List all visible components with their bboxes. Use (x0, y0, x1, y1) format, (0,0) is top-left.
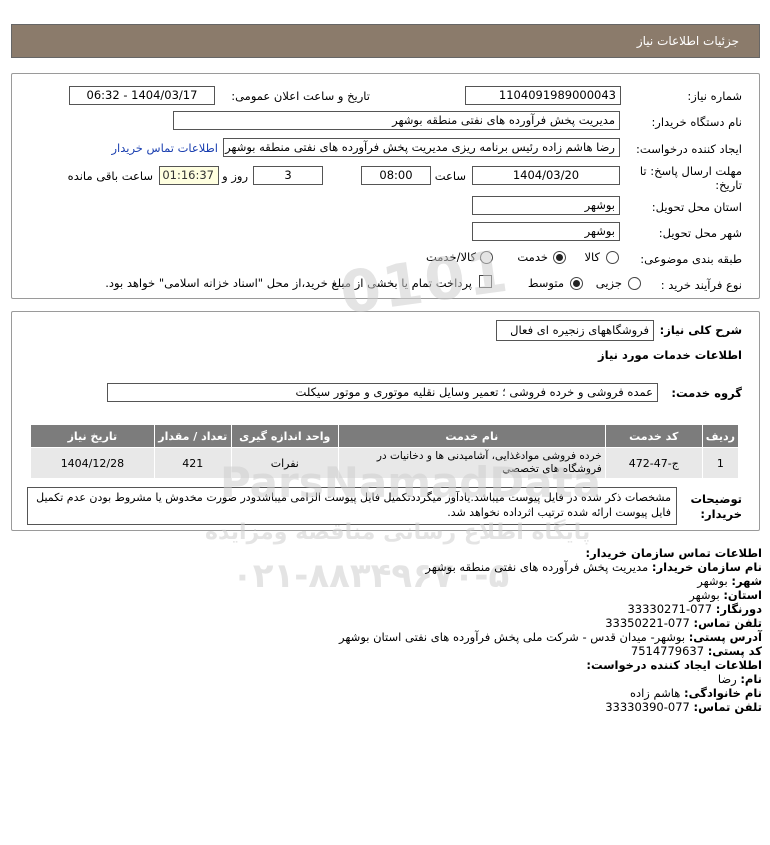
deadline-time-field: 08:00 (361, 166, 431, 185)
process-option-medium: متوسط (527, 276, 564, 290)
deadline-time-label: ساعت (434, 169, 466, 183)
service-group-label: گروه خدمت: (671, 386, 742, 400)
cell-service-code: ج-47-472 (604, 447, 703, 479)
creator-name-value: رضا (717, 672, 737, 686)
need-number-label: شماره نیاز: (687, 89, 742, 103)
buyer-value: مدیریت پخش فرآورده های نفتی منطقه بوشهر (392, 113, 615, 127)
creator-phone-value: 077-33330390 (605, 700, 690, 714)
province-label: استان محل تحویل: (651, 200, 742, 214)
contact-city-value: بوشهر (697, 574, 728, 588)
notes-label-buyer: خریدار: (700, 507, 742, 521)
creator-family: نام خانوادگی: هاشم زاده (630, 686, 762, 700)
contact-fax-value: 077-33330271 (627, 602, 713, 616)
buyer-field: مدیریت پخش فرآورده های نفتی منطقه بوشهر (173, 111, 620, 130)
deadline-time-value: 08:00 (379, 168, 413, 182)
col-quantity: تعداد / مقدار (153, 424, 232, 448)
contact-province-value: بوشهر (689, 588, 720, 602)
services-table-header: ردیف کد خدمت نام خدمت واحد اندازه گیری ت… (30, 424, 740, 448)
process-radio-medium[interactable] (570, 277, 583, 290)
contact-heading: اطلاعات تماس سازمان خریدار: (585, 546, 762, 560)
process-option-minor: جزیی (595, 276, 622, 290)
contact-org: نام سازمان خریدار: مدیریت پخش فرآورده ها… (425, 560, 762, 574)
buyer-contact-link[interactable]: اطلاعات تماس خریدار (111, 141, 218, 155)
announce-field: 1404/03/17 - 06:32 (69, 86, 215, 105)
creator-phone-label: تلفن تماس: (693, 700, 762, 714)
creator-phone: تلفن تماس: 077-33330390 (605, 700, 762, 714)
province-field: بوشهر (472, 196, 620, 215)
page-header: جزئیات اطلاعات نیاز (11, 24, 760, 58)
contact-address: آدرس پستی: بوشهر- میدان قدس - شرکت ملی پ… (339, 630, 762, 644)
summary-title-value: فروشگاههای زنجیره ای فعال (510, 323, 649, 337)
deadline-label: مهلت ارسال پاسخ: تا (639, 164, 742, 178)
watermark-tagline: پایگاه اطلاع رسانی مناقصه ومزایده (205, 520, 591, 545)
category-option-service: خدمت (517, 250, 548, 264)
contact-fax: دورنگار: 077-33330271 (627, 602, 762, 616)
city-label: شهر محل تحویل: (658, 226, 742, 240)
days-field: 3 (253, 166, 323, 185)
announce-label: تاریخ و ساعت اعلان عمومی: (231, 89, 370, 103)
contact-org-label: نام سازمان خریدار: (651, 560, 762, 574)
contact-postal-label: کد پستی: (707, 644, 762, 658)
contact-city: شهر: بوشهر (697, 574, 762, 588)
creator-value: رضا هاشم زاده رئیس برنامه ریزی مدیریت پخ… (225, 140, 615, 154)
contact-postal-value: 7514779637 (630, 644, 705, 658)
contact-phone: تلفن تماس: 077-33350221 (605, 616, 762, 630)
col-row: ردیف (701, 424, 740, 448)
contact-address-value: بوشهر- میدان قدس - شرکت ملی پخش فرآورده … (339, 630, 686, 644)
cell-need-date: 1404/12/28 (30, 447, 155, 479)
page-title: جزئیات اطلاعات نیاز (636, 34, 739, 48)
creator-heading: اطلاعات ایجاد کننده درخواست: (586, 658, 762, 672)
need-number-value: 1104091989000043 (498, 88, 616, 102)
contact-phone-label: تلفن تماس: (693, 616, 762, 630)
creator-family-label: نام خانوادگی: (684, 686, 762, 700)
contact-province: استان: بوشهر (689, 588, 762, 602)
services-heading: اطلاعات خدمات مورد نیاز (598, 348, 742, 362)
deadline-date-value: 1404/03/20 (512, 168, 580, 182)
creator-name: نام: رضا (718, 672, 762, 686)
col-need-date: تاریخ نیاز (30, 424, 155, 448)
need-number-field: 1104091989000043 (465, 86, 621, 105)
service-group-field: عمده فروشی و خرده فروشی ؛ تعمیر وسایل نق… (107, 383, 658, 402)
process-radio-minor[interactable] (628, 277, 641, 290)
contact-province-label: استان: (723, 588, 762, 602)
contact-fax-label: دورنگار: (715, 602, 762, 616)
category-option-goods: کالا (584, 250, 600, 264)
category-label: طبقه بندی موضوعی: (640, 252, 742, 266)
contact-postal: کد پستی: 7514779637 (631, 644, 762, 658)
timer-value: 01:16:37 (162, 168, 214, 182)
col-unit: واحد اندازه گیری (230, 424, 339, 448)
watermark-brand: ParsNamadData (220, 458, 601, 507)
contact-city-label: شهر: (731, 574, 762, 588)
days-label: روز و (222, 169, 248, 183)
creator-name-label: نام: (740, 672, 762, 686)
process-label: نوع فرآیند خرید : (660, 278, 742, 292)
deadline-date-field: 1404/03/20 (472, 166, 620, 185)
cell-row: 1 (701, 447, 740, 479)
creator-family-value: هاشم زاده (629, 686, 681, 700)
summary-title-label: شرح کلی نیاز: (659, 323, 742, 337)
contact-org-value: مدیریت پخش فرآورده های نفتی منطقه بوشهر (425, 560, 649, 574)
buyer-label: نام دستگاه خریدار: (651, 115, 742, 129)
remaining-timer: 01:16:37 (159, 166, 219, 185)
creator-label: ایجاد کننده درخواست: (636, 142, 742, 156)
notes-label: توضیحات (690, 492, 743, 506)
creator-field: رضا هاشم زاده رئیس برنامه ریزی مدیریت پخ… (223, 138, 620, 157)
contact-address-label: آدرس پستی: (688, 630, 762, 644)
contact-phone-value: 077-33350221 (605, 616, 690, 630)
service-group-value: عمده فروشی و خرده فروشی ؛ تعمیر وسایل نق… (295, 385, 653, 399)
remaining-label: ساعت باقی مانده (67, 169, 153, 183)
category-radio-goods[interactable] (606, 251, 619, 264)
province-value: بوشهر (584, 198, 615, 212)
days-value: 3 (284, 168, 292, 182)
announce-value: 1404/03/17 - 06:32 (86, 88, 198, 102)
deadline-date-label: تاریخ: (715, 178, 742, 192)
col-service-code: کد خدمت (604, 424, 703, 448)
city-value: بوشهر (584, 224, 615, 238)
summary-title-field: فروشگاههای زنجیره ای فعال (496, 320, 654, 341)
col-service-name: نام خدمت (337, 424, 606, 448)
category-radio-service[interactable] (553, 251, 566, 264)
